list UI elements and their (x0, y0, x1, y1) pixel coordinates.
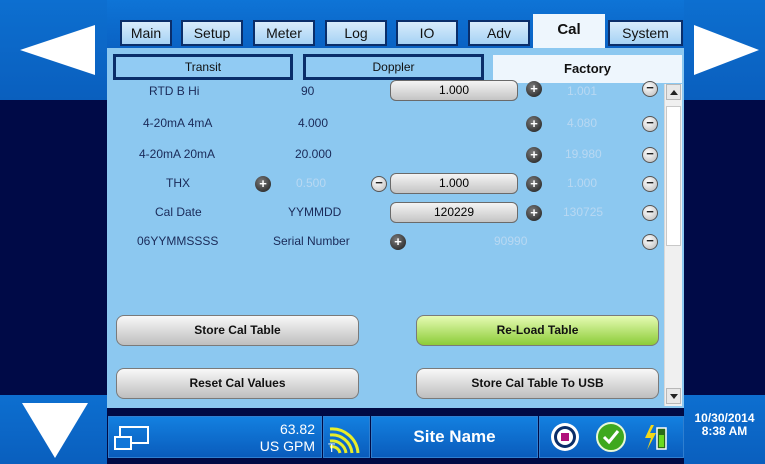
subtab-factory[interactable]: Factory (491, 55, 682, 83)
flow-readout[interactable]: 63.82 US GPM (108, 416, 322, 458)
arrow-right-icon[interactable] (694, 25, 759, 75)
arrow-left-icon[interactable] (20, 25, 95, 75)
tab-system[interactable]: System (608, 20, 683, 46)
plus-icon[interactable]: + (526, 116, 542, 132)
store-cal-table-button[interactable]: Store Cal Table (116, 315, 359, 346)
row-value: 90 (301, 84, 315, 98)
check-ok-icon[interactable] (595, 421, 627, 453)
tab-cal[interactable]: Cal (533, 14, 605, 48)
row-box-value[interactable]: 1.000 (390, 80, 518, 101)
row-box-value[interactable]: 1.000 (390, 173, 518, 194)
minus-icon[interactable]: − (642, 147, 658, 163)
minus-icon[interactable]: − (642, 81, 658, 97)
row-right-value: 1.000 (567, 176, 598, 190)
time: 8:38 AM (701, 424, 748, 438)
minus-icon[interactable]: − (642, 234, 658, 250)
scroll-down-icon[interactable] (666, 388, 681, 404)
tab-setup[interactable]: Setup (181, 20, 243, 46)
subtab-doppler[interactable]: Doppler (303, 54, 484, 80)
app-screen: Main Setup Meter Log IO Adv Cal System T… (0, 0, 765, 464)
stop-icon[interactable] (549, 421, 581, 453)
row-value: Serial Number (273, 234, 350, 248)
arrow-down-icon[interactable] (22, 403, 88, 458)
row-box-value[interactable]: 120229 (390, 202, 518, 223)
flow-value: 63.82 (279, 421, 315, 437)
cal-row-4ma: 4-20mA 4mA 4.000 + 4.080 − (107, 113, 667, 135)
row-value: 20.000 (295, 147, 332, 161)
site-name[interactable]: Site Name (371, 416, 538, 458)
signal-indicator[interactable]: T (323, 416, 370, 458)
row-label: 4-20mA 20mA (139, 147, 216, 161)
minus-icon[interactable]: − (642, 205, 658, 221)
battery-power-icon[interactable] (640, 421, 670, 453)
row-mid-value: 90990 (494, 234, 528, 248)
status-bar: 63.82 US GPM T Site Name (107, 408, 684, 464)
flow-unit: US GPM (259, 438, 315, 454)
plus-icon[interactable]: + (390, 234, 406, 250)
date-time: 10/30/2014 8:38 AM (684, 412, 765, 438)
scroll-up-icon[interactable] (666, 84, 681, 100)
row-label: RTD B Hi (149, 84, 200, 98)
reset-cal-values-button[interactable]: Reset Cal Values (116, 368, 359, 399)
row-label: Cal Date (155, 205, 202, 219)
minus-icon[interactable]: − (642, 176, 658, 192)
row-left-value: 0.500 (296, 176, 327, 190)
row-right-value: 130725 (563, 205, 604, 219)
cal-row-cal-date: Cal Date YYMMDD 120229 + 130725 − (107, 202, 667, 224)
plus-icon[interactable]: + (526, 205, 542, 221)
row-right-value: 4.080 (567, 116, 598, 130)
status-icons (539, 416, 684, 458)
right-panel (684, 100, 765, 395)
subtab-transit[interactable]: Transit (113, 54, 293, 80)
row-label: 06YYMMSSSS (137, 234, 219, 248)
cal-row-serial: 06YYMMSSSS Serial Number + 90990 − (107, 231, 667, 253)
minus-icon[interactable]: − (371, 176, 387, 192)
display-layout-icon[interactable] (113, 423, 151, 453)
cal-panel: Transit Doppler Factory RTD B Hi 90 1.00… (107, 48, 684, 408)
tab-meter[interactable]: Meter (253, 20, 315, 46)
plus-icon[interactable]: + (526, 147, 542, 163)
main-tab-bar: Main Setup Meter Log IO Adv Cal System (107, 0, 684, 48)
vertical-scrollbar[interactable] (664, 84, 682, 406)
row-value: 4.000 (298, 116, 329, 130)
signal-label: T (328, 441, 336, 455)
row-value: YYMMDD (288, 205, 342, 219)
cal-row-thx: THX + 0.500 − 1.000 + 1.000 − (107, 173, 667, 195)
row-label: THX (166, 176, 190, 190)
tab-main[interactable]: Main (120, 20, 172, 46)
plus-icon[interactable]: + (526, 81, 542, 97)
row-right-value: 1.001 (567, 84, 598, 98)
plus-icon[interactable]: + (255, 176, 271, 192)
plus-icon[interactable]: + (526, 176, 542, 192)
reload-table-button[interactable]: Re-Load Table (416, 315, 659, 346)
minus-icon[interactable]: − (642, 116, 658, 132)
row-label: 4-20mA 4mA (143, 116, 213, 130)
scroll-thumb[interactable] (666, 106, 681, 246)
cal-row-20ma: 4-20mA 20mA 20.000 + 19.980 − (107, 144, 667, 166)
tab-adv[interactable]: Adv (468, 20, 530, 46)
cal-row-rtd-b-hi: RTD B Hi 90 1.000 + 1.001 − (107, 80, 667, 103)
row-right-value: 19.980 (565, 147, 602, 161)
tab-log[interactable]: Log (325, 20, 387, 46)
left-panel (0, 100, 107, 395)
tab-io[interactable]: IO (396, 20, 458, 46)
store-cal-table-usb-button[interactable]: Store Cal Table To USB (416, 368, 659, 399)
